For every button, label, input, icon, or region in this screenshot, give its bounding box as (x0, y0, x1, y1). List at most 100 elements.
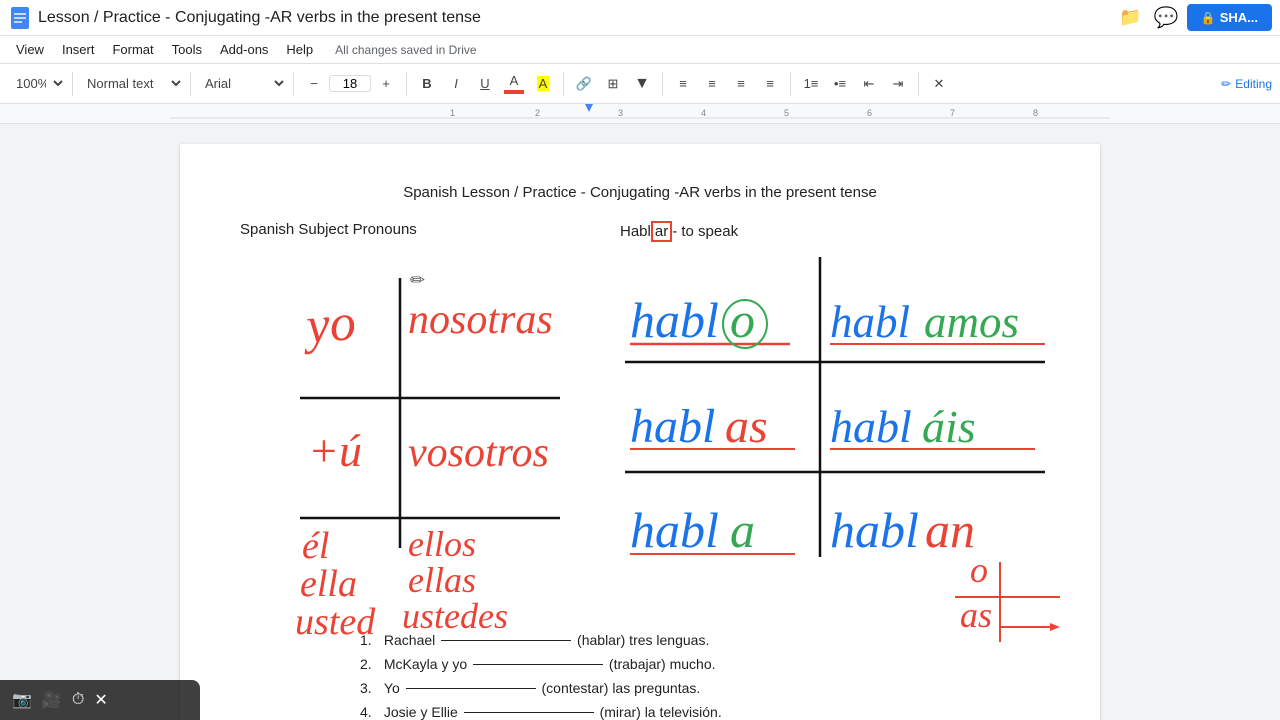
svg-text:nosotras: nosotras (408, 297, 553, 343)
menu-format[interactable]: Format (104, 40, 161, 59)
share-button[interactable]: 🔒 SHA... (1187, 4, 1272, 31)
bold-button[interactable]: B (413, 70, 441, 98)
svg-text:as: as (725, 400, 768, 453)
sep1 (72, 72, 73, 96)
align-group: ≡ ≡ ≡ ≡ (669, 70, 784, 98)
svg-text:habl: habl (830, 297, 910, 347)
indent-more[interactable]: ⇥ (884, 70, 912, 98)
pronouns-svg: yo nosotras +ú vosotros él ella usted el… (240, 248, 580, 638)
svg-text:a: a (730, 502, 755, 558)
svg-text:ellos: ellos (408, 524, 476, 564)
list-group: 1≡ •≡ ⇤ ⇥ (797, 70, 912, 98)
svg-text:ella: ella (300, 563, 357, 605)
font-size-decrease[interactable]: − (300, 70, 328, 98)
svg-text:as: as (960, 595, 992, 635)
left-column: Spanish Subject Pronouns yo nosotras +ú (240, 221, 580, 642)
svg-text:2: 2 (535, 108, 540, 118)
lock-icon: 🔒 (1201, 11, 1216, 25)
doc-page[interactable]: Spanish Lesson / Practice - Conjugating … (180, 144, 1100, 720)
svg-text:habl: habl (630, 400, 715, 453)
sep7 (790, 72, 791, 96)
indent-less[interactable]: ⇤ (855, 70, 883, 98)
ul-button[interactable]: •≡ (826, 70, 854, 98)
svg-text:áis: áis (922, 401, 976, 452)
svg-text:+ú: +ú (308, 425, 362, 476)
size-group: − + (300, 70, 400, 98)
svg-text:ellas: ellas (408, 560, 476, 600)
clear-format[interactable]: ✕ (925, 70, 953, 98)
sep2 (190, 72, 191, 96)
svg-text:habl: habl (830, 401, 912, 452)
svg-text:4: 4 (701, 108, 706, 118)
highlight-button[interactable]: A (529, 70, 557, 98)
align-center[interactable]: ≡ (698, 70, 726, 98)
svg-text:habl: habl (630, 292, 719, 348)
zoom-group: 100% (8, 73, 66, 94)
align-justify[interactable]: ≡ (756, 70, 784, 98)
sep6 (662, 72, 663, 96)
sep8 (918, 72, 919, 96)
pencil-icon: ✏ (1221, 77, 1231, 91)
svg-text:amos: amos (924, 297, 1019, 347)
video-icon[interactable]: 🎥 (42, 690, 62, 710)
autosave-status: All changes saved in Drive (335, 43, 476, 57)
hablar-ar-box: ar (651, 221, 672, 242)
style-select[interactable]: Normal text (79, 73, 184, 94)
font-size-input[interactable] (329, 75, 371, 92)
menu-insert[interactable]: Insert (54, 40, 103, 59)
exercises-list: 1. Rachael (hablar) tres lenguas. 2. McK… (360, 632, 1040, 720)
italic-button[interactable]: I (442, 70, 470, 98)
underline-button[interactable]: U (471, 70, 499, 98)
font-select[interactable]: Arial (197, 73, 287, 94)
svg-text:él: él (302, 525, 329, 567)
align-right[interactable]: ≡ (727, 70, 755, 98)
comment-icon[interactable]: 💬 (1154, 5, 1179, 30)
format-group: B I U A A (413, 70, 557, 98)
edit-mode[interactable]: ✏ Editing (1221, 77, 1272, 91)
svg-text:vosotros: vosotros (408, 430, 549, 476)
svg-text:8: 8 (1033, 108, 1038, 118)
bottom-bar: 📷 🎥 ⏱ ✕ (0, 680, 200, 720)
link-button[interactable]: 🔗 (570, 70, 598, 98)
zoom-select[interactable]: 100% (8, 73, 66, 94)
svg-text:7: 7 (950, 108, 955, 118)
blank-3[interactable] (406, 688, 536, 689)
doc-area: Spanish Lesson / Practice - Conjugating … (0, 124, 1280, 720)
draw-button[interactable]: ▼ (628, 70, 656, 98)
ruler: 1 2 3 4 5 6 7 8 9 10 (0, 104, 1280, 124)
align-left[interactable]: ≡ (669, 70, 697, 98)
menu-help[interactable]: Help (278, 40, 321, 59)
docs-icon (8, 6, 32, 30)
conjugation-svg: habl o habl amos habl as habl (620, 252, 1060, 642)
exercise-2: 2. McKayla y yo (trabajar) mucho. (360, 656, 1040, 672)
sep5 (563, 72, 564, 96)
title-bar: Lesson / Practice - Conjugating -AR verb… (0, 0, 1280, 36)
svg-text:habl: habl (830, 502, 919, 558)
camera-icon[interactable]: 📷 (12, 690, 32, 710)
svg-text:ustedes: ustedes (402, 596, 508, 636)
menu-tools[interactable]: Tools (164, 40, 210, 59)
text-color-button[interactable]: A (500, 70, 528, 98)
left-heading: Spanish Subject Pronouns (240, 221, 580, 238)
svg-text:o: o (970, 550, 988, 590)
menu-view[interactable]: View (8, 40, 52, 59)
sep4 (406, 72, 407, 96)
blank-1[interactable] (441, 640, 571, 641)
close-icon[interactable]: ✕ (94, 690, 107, 710)
blank-4[interactable] (464, 712, 594, 713)
ol-button[interactable]: 1≡ (797, 70, 825, 98)
exercise-4: 4. Josie y Ellie (mirar) la televisión. (360, 704, 1040, 720)
image-button[interactable]: ⊞ (599, 70, 627, 98)
font-size-increase[interactable]: + (372, 70, 400, 98)
svg-text:3: 3 (618, 108, 623, 118)
blank-2[interactable] (473, 664, 603, 665)
doc-title: Lesson / Practice - Conjugating -AR verb… (38, 9, 1119, 27)
svg-text:6: 6 (867, 108, 872, 118)
link-group: 🔗 ⊞ ▼ (570, 70, 656, 98)
folder-icon[interactable]: 📁 (1119, 7, 1141, 28)
menu-bar: View Insert Format Tools Add-ons Help Al… (0, 36, 1280, 64)
clock-icon[interactable]: ⏱ (72, 691, 84, 709)
svg-text:yo: yo (299, 294, 358, 355)
menu-addons[interactable]: Add-ons (212, 40, 276, 59)
svg-text:1: 1 (450, 108, 455, 118)
